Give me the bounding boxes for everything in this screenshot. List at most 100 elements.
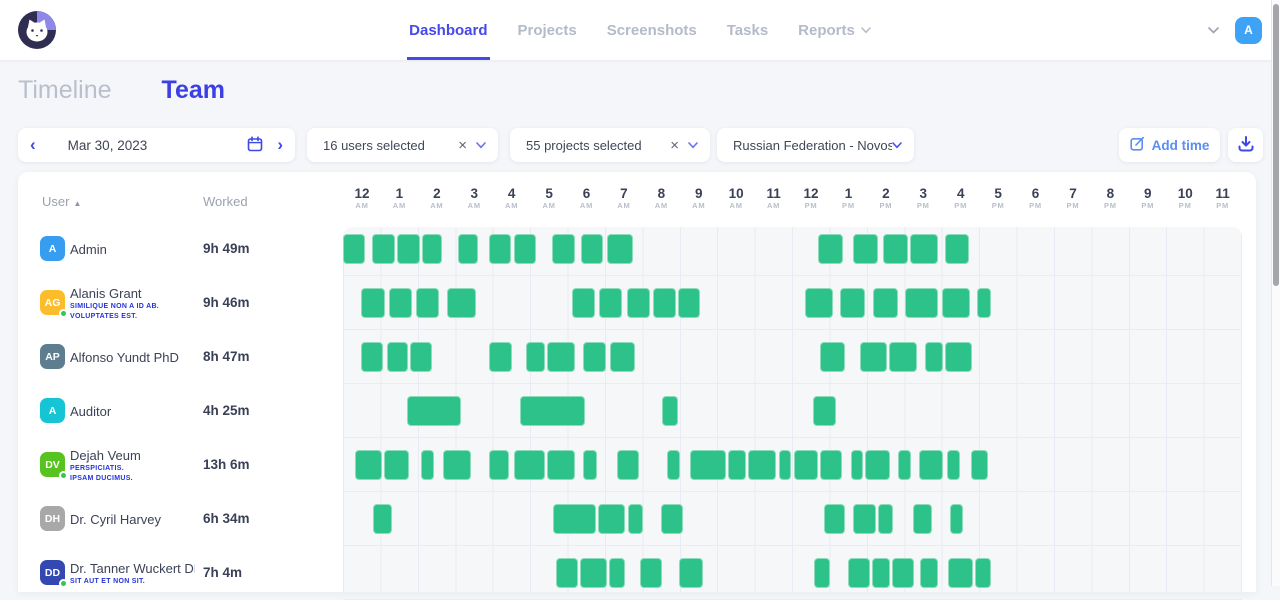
user-name[interactable]: Dejah Veum	[70, 448, 195, 463]
tab-timeline[interactable]: Timeline	[18, 76, 112, 105]
time-block[interactable]	[860, 342, 887, 372]
time-block[interactable]	[422, 234, 442, 264]
add-time-button[interactable]: Add time	[1119, 128, 1220, 162]
avatar[interactable]: A	[40, 236, 65, 261]
avatar[interactable]: DD	[40, 560, 65, 585]
time-block[interactable]	[840, 288, 865, 318]
nav-item-screenshots[interactable]: Screenshots	[607, 0, 697, 60]
time-block[interactable]	[389, 288, 412, 318]
user-name[interactable]: Admin	[70, 242, 195, 257]
time-block[interactable]	[547, 450, 575, 480]
nav-item-dashboard[interactable]: Dashboard	[409, 0, 487, 60]
user-name[interactable]: Alfonso Yundt PhD	[70, 350, 195, 365]
time-block[interactable]	[919, 450, 943, 480]
users-chevron-down-icon[interactable]	[476, 142, 486, 149]
user-name[interactable]: Alanis Grant	[70, 286, 195, 301]
time-block[interactable]	[892, 558, 914, 588]
time-block[interactable]	[489, 342, 512, 372]
time-block[interactable]	[873, 288, 898, 318]
time-block[interactable]	[942, 288, 970, 318]
time-block[interactable]	[489, 450, 509, 480]
time-block[interactable]	[552, 234, 575, 264]
time-block[interactable]	[813, 396, 836, 426]
time-block[interactable]	[853, 504, 876, 534]
page-scrollbar[interactable]	[1271, 0, 1280, 586]
time-block[interactable]	[977, 288, 991, 318]
avatar[interactable]: A	[40, 398, 65, 423]
time-block[interactable]	[583, 450, 597, 480]
time-block[interactable]	[628, 504, 643, 534]
time-block[interactable]	[520, 396, 585, 426]
time-block[interactable]	[617, 450, 639, 480]
time-block[interactable]	[387, 342, 408, 372]
time-block[interactable]	[397, 234, 420, 264]
time-block[interactable]	[361, 342, 383, 372]
time-block[interactable]	[883, 234, 908, 264]
time-block[interactable]	[794, 450, 818, 480]
clear-projects-icon[interactable]: ×	[670, 137, 679, 154]
avatar[interactable]: DH	[40, 506, 65, 531]
time-block[interactable]	[910, 234, 938, 264]
time-block[interactable]	[526, 342, 545, 372]
time-block[interactable]	[599, 288, 622, 318]
time-block[interactable]	[865, 450, 890, 480]
time-block[interactable]	[878, 504, 893, 534]
time-block[interactable]	[627, 288, 650, 318]
time-block[interactable]	[640, 558, 662, 588]
time-block[interactable]	[820, 450, 842, 480]
time-block[interactable]	[653, 288, 676, 318]
user-name[interactable]: Dr. Tanner Wuckert DD...	[70, 561, 195, 576]
time-block[interactable]	[948, 558, 973, 588]
time-block[interactable]	[458, 234, 478, 264]
timezone-chevron-down-icon[interactable]	[892, 142, 902, 149]
time-block[interactable]	[889, 342, 917, 372]
time-block[interactable]	[443, 450, 471, 480]
time-block[interactable]	[820, 342, 845, 372]
projects-chevron-down-icon[interactable]	[688, 142, 698, 149]
time-block[interactable]	[679, 558, 703, 588]
projects-filter-select[interactable]: 55 projects selected ×	[510, 128, 710, 162]
time-block[interactable]	[407, 396, 461, 426]
time-block[interactable]	[920, 558, 938, 588]
time-block[interactable]	[416, 288, 439, 318]
time-block[interactable]	[947, 450, 960, 480]
time-block[interactable]	[945, 342, 972, 372]
time-block[interactable]	[975, 558, 991, 588]
time-block[interactable]	[355, 450, 382, 480]
tab-team[interactable]: Team	[162, 76, 225, 105]
next-day-arrow[interactable]: ›	[277, 135, 283, 155]
time-block[interactable]	[661, 504, 683, 534]
time-block[interactable]	[609, 558, 625, 588]
timezone-select[interactable]: Russian Federation - Novosib ...	[717, 128, 914, 162]
time-block[interactable]	[421, 450, 434, 480]
time-block[interactable]	[610, 342, 635, 372]
time-block[interactable]	[848, 558, 870, 588]
nav-item-tasks[interactable]: Tasks	[727, 0, 768, 60]
time-block[interactable]	[805, 288, 833, 318]
time-block[interactable]	[581, 234, 603, 264]
avatar[interactable]: AG	[40, 290, 65, 315]
calendar-icon[interactable]	[247, 136, 263, 155]
time-block[interactable]	[779, 450, 791, 480]
time-block[interactable]	[748, 450, 776, 480]
time-block[interactable]	[853, 234, 878, 264]
time-block[interactable]	[583, 342, 606, 372]
time-block[interactable]	[950, 504, 963, 534]
time-block[interactable]	[905, 288, 938, 318]
avatar[interactable]: AP	[40, 344, 65, 369]
time-block[interactable]	[343, 234, 365, 264]
time-block[interactable]	[667, 450, 680, 480]
time-block[interactable]	[662, 396, 678, 426]
time-block[interactable]	[690, 450, 726, 480]
time-block[interactable]	[553, 504, 596, 534]
time-block[interactable]	[913, 504, 932, 534]
time-block[interactable]	[580, 558, 607, 588]
time-block[interactable]	[361, 288, 385, 318]
time-block[interactable]	[945, 234, 968, 264]
time-block[interactable]	[410, 342, 432, 372]
time-block[interactable]	[971, 450, 989, 480]
time-block[interactable]	[447, 288, 476, 318]
time-block[interactable]	[572, 288, 595, 318]
time-block[interactable]	[373, 504, 392, 534]
time-block[interactable]	[872, 558, 890, 588]
